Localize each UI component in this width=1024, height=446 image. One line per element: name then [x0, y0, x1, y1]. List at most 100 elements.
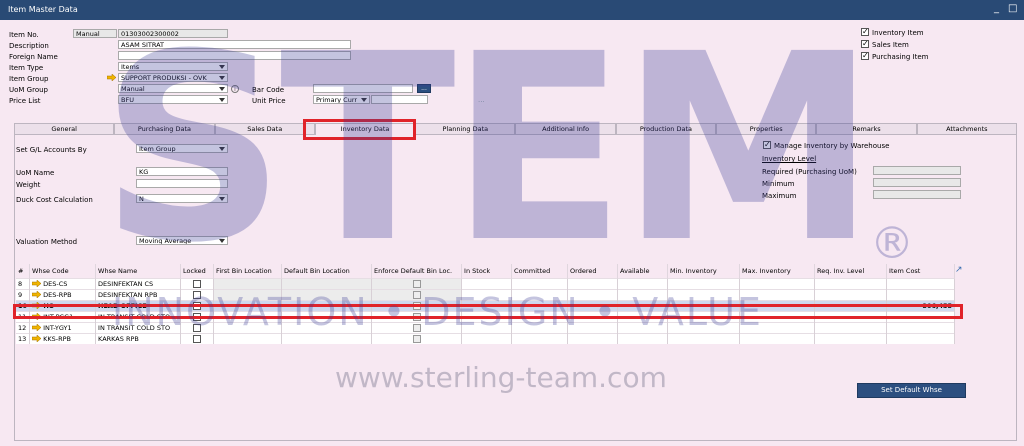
table-row[interactable]: 13 KKS-RPB KARKAS RPB: [16, 332, 956, 344]
tab-sales-data[interactable]: Sales Data: [214, 123, 315, 135]
locked-cell[interactable]: [180, 321, 215, 333]
locked-cell[interactable]: [180, 299, 215, 311]
set-default-whse-button[interactable]: Set Default Whse: [857, 383, 966, 398]
max-inventory-cell[interactable]: [739, 310, 816, 322]
col-header-default-bin[interactable]: Default Bin Location: [281, 264, 373, 278]
col-header-num[interactable]: #: [16, 264, 31, 278]
max-inventory-cell[interactable]: [739, 332, 816, 344]
whse-code-cell[interactable]: DES-RPB: [29, 288, 97, 300]
duck-cost-select[interactable]: N: [136, 194, 228, 203]
weight-field[interactable]: [136, 179, 228, 188]
uom-group-select[interactable]: Manual: [118, 84, 228, 93]
table-row-selected[interactable]: 10 HO HEAD OFFICE 306,455: [16, 299, 956, 311]
col-header-ordered[interactable]: Ordered: [567, 264, 619, 278]
locked-checkbox[interactable]: [193, 290, 202, 299]
item-type-select[interactable]: Items: [118, 62, 228, 71]
link-arrow-icon[interactable]: [31, 301, 42, 310]
locked-checkbox[interactable]: [193, 312, 202, 321]
tab-inventory-data[interactable]: Inventory Data: [314, 123, 416, 135]
tab-production-data[interactable]: Production Data: [615, 123, 717, 135]
tab-attachments[interactable]: Attachments: [916, 123, 1017, 135]
min-inventory-cell[interactable]: [667, 310, 741, 322]
link-arrow-icon[interactable]: [31, 323, 42, 332]
locked-cell[interactable]: [180, 288, 215, 300]
unit-price-more[interactable]: ...: [478, 96, 485, 104]
col-header-item-cost[interactable]: Item Cost: [886, 264, 956, 278]
locked-checkbox[interactable]: [193, 279, 202, 288]
description-field[interactable]: ASAM SITRAT: [118, 40, 351, 49]
col-header-max-inventory[interactable]: Max. Inventory: [739, 264, 816, 278]
col-header-first-bin[interactable]: First Bin Location: [213, 264, 283, 278]
locked-cell[interactable]: [180, 332, 215, 344]
foreign-name-field[interactable]: [118, 51, 351, 60]
tab-additional-info[interactable]: Additional Info: [515, 123, 616, 135]
expand-grid-icon[interactable]: ↗: [955, 265, 963, 275]
min-inventory-cell[interactable]: [667, 277, 741, 289]
link-arrow-icon[interactable]: [107, 74, 116, 81]
col-header-in-stock[interactable]: In Stock: [461, 264, 513, 278]
whse-code-cell[interactable]: KKS-RPB: [29, 332, 97, 344]
whse-code-cell[interactable]: DES-CS: [29, 277, 97, 289]
whse-code-cell[interactable]: INT-PCG1: [29, 310, 97, 322]
inventory-item-checkbox[interactable]: [861, 27, 869, 36]
tab-remarks[interactable]: Remarks: [816, 123, 917, 135]
sales-item-checkbox[interactable]: [861, 39, 869, 48]
locked-checkbox[interactable]: [193, 301, 202, 310]
required-field[interactable]: [873, 166, 961, 175]
minimum-field[interactable]: [873, 178, 961, 187]
link-arrow-icon[interactable]: [31, 334, 42, 343]
min-inventory-cell[interactable]: [667, 288, 741, 300]
max-inventory-cell[interactable]: [739, 321, 816, 333]
col-header-whse-code[interactable]: Whse Code: [29, 264, 97, 278]
max-inventory-cell[interactable]: [739, 299, 816, 311]
item-group-select[interactable]: SUPPORT PRODUKSI - OVK: [118, 73, 228, 82]
col-header-locked[interactable]: Locked: [180, 264, 215, 278]
whse-code-cell[interactable]: INT-YGY1: [29, 321, 97, 333]
item-no-series[interactable]: Manual: [73, 29, 117, 38]
table-row[interactable]: 11 INT-PCG1 IN TRANSIT COLD STO: [16, 310, 956, 322]
bar-code-field[interactable]: [313, 84, 413, 93]
default-bin-cell: [281, 277, 373, 289]
table-row[interactable]: 9 DES-RPB DESINFEKTAN RPB: [16, 288, 956, 300]
col-header-req-inv-level[interactable]: Req. Inv. Level: [814, 264, 888, 278]
min-inventory-cell[interactable]: [667, 332, 741, 344]
tab-planning-data[interactable]: Planning Data: [415, 123, 516, 135]
unit-price-field[interactable]: [371, 95, 428, 104]
col-header-whse-name[interactable]: Whse Name: [95, 264, 182, 278]
whse-code-cell[interactable]: HO: [29, 299, 97, 311]
col-header-min-inventory[interactable]: Min. Inventory: [667, 264, 741, 278]
locked-cell[interactable]: [180, 277, 215, 289]
info-icon[interactable]: i: [231, 85, 239, 93]
link-arrow-icon[interactable]: [31, 312, 42, 321]
price-list-select[interactable]: BFU: [118, 95, 228, 104]
max-inventory-cell[interactable]: [739, 288, 816, 300]
locked-cell[interactable]: [180, 310, 215, 322]
min-inventory-cell[interactable]: [667, 299, 741, 311]
unit-price-currency[interactable]: Primary Curr: [313, 95, 370, 104]
maximize-button[interactable]: □: [1008, 3, 1017, 14]
maximum-field[interactable]: [873, 190, 961, 199]
min-inventory-cell[interactable]: [667, 321, 741, 333]
link-arrow-icon[interactable]: [31, 279, 42, 288]
link-arrow-icon[interactable]: [31, 290, 42, 299]
manage-by-warehouse-checkbox[interactable]: [763, 140, 771, 149]
gl-accounts-select[interactable]: Item Group: [136, 144, 228, 153]
item-no-field[interactable]: 01303002300002: [118, 29, 228, 38]
tab-properties[interactable]: Properties: [716, 123, 817, 135]
col-header-enforce-bin[interactable]: Enforce Default Bin Loc.: [371, 264, 463, 278]
tab-general[interactable]: General: [14, 123, 115, 135]
col-header-available[interactable]: Available: [617, 264, 669, 278]
locked-checkbox[interactable]: [193, 323, 202, 332]
table-row[interactable]: 8 DES-CS DESINFEKTAN CS: [16, 277, 956, 289]
col-header-committed[interactable]: Committed: [511, 264, 569, 278]
max-inventory-cell[interactable]: [739, 277, 816, 289]
locked-checkbox[interactable]: [193, 334, 202, 343]
minimize-button[interactable]: _: [994, 3, 999, 14]
tab-purchasing-data[interactable]: Purchasing Data: [114, 123, 215, 135]
uom-name-field[interactable]: KG: [136, 167, 228, 176]
valuation-method-select[interactable]: Moving Average: [136, 236, 228, 245]
bar-code-button[interactable]: ...: [417, 84, 431, 93]
uom-name-label: UoM Name: [16, 169, 55, 177]
table-row[interactable]: 12 INT-YGY1 IN TRANSIT COLD STO: [16, 321, 956, 333]
purchasing-item-checkbox[interactable]: [861, 51, 869, 60]
